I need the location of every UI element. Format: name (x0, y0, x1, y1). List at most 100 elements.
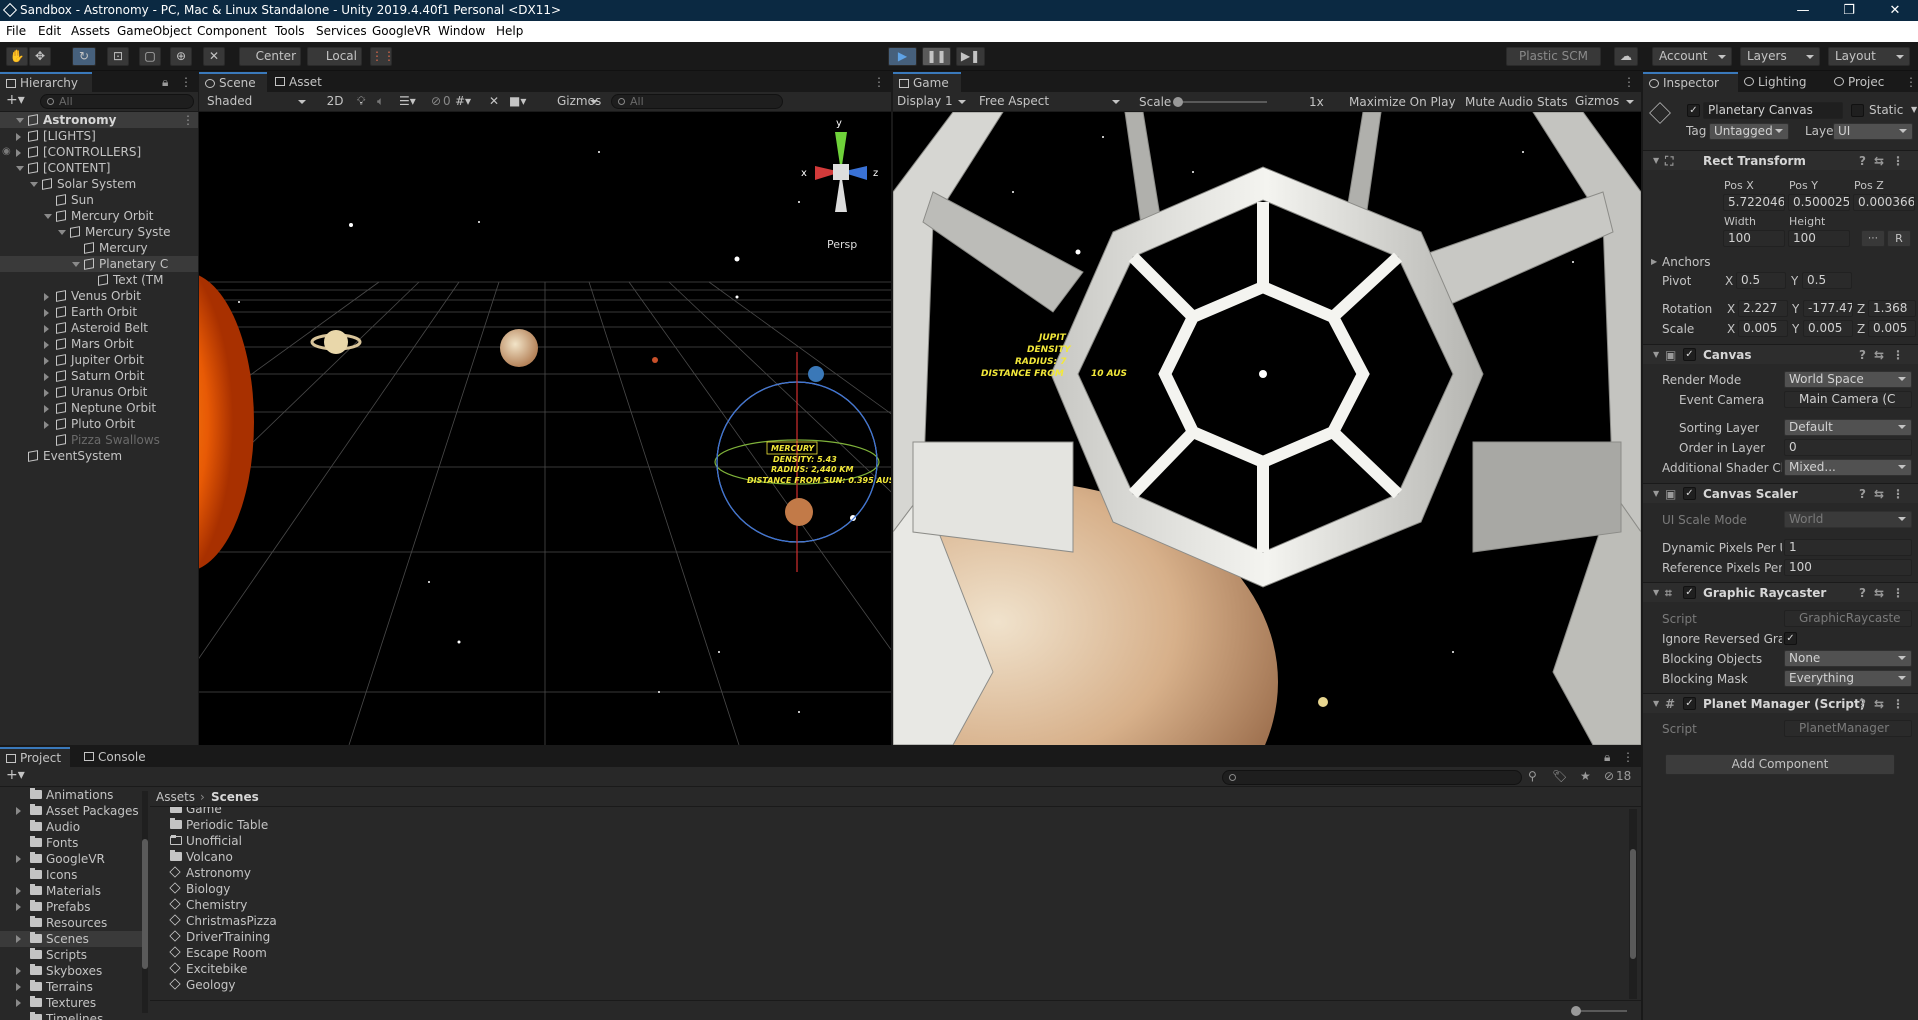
expand-arrow-icon[interactable] (16, 903, 25, 911)
posx-field[interactable]: 5.722046 (1723, 194, 1785, 211)
asset-item[interactable]: Game (150, 807, 550, 817)
dynamic-pixels-field[interactable]: 1 (1784, 539, 1912, 556)
tools-icon[interactable]: ✕ (489, 94, 499, 108)
layers-dropdown[interactable]: Layers (1740, 47, 1820, 66)
scaler-enabled-checkbox[interactable]: ✓ (1683, 487, 1696, 500)
collapse-arrow-icon[interactable]: ▼ (1653, 694, 1659, 714)
posz-field[interactable]: 0.000366 (1853, 194, 1915, 211)
light-toggle-icon[interactable]: 💡︎ (357, 94, 365, 109)
hierarchy-item[interactable]: Asteroid Belt (0, 320, 198, 336)
rect-transform-header[interactable]: ▼ ⛶ Rect Transform ?⇆⋮ (1643, 150, 1918, 170)
scale-tool-icon[interactable]: ⊡ (107, 47, 129, 66)
favorites-star-icon[interactable]: ★ (1580, 769, 1591, 783)
shading-dropdown[interactable]: Shaded (201, 93, 311, 112)
menu-edit[interactable]: Edit (38, 21, 61, 42)
expand-arrow-icon[interactable] (16, 999, 25, 1007)
tag-dropdown[interactable]: Untagged (1709, 123, 1789, 140)
grid-toggle-icon[interactable]: #▾ (455, 94, 471, 108)
collapse-arrow-icon[interactable] (44, 325, 53, 333)
tab-inspector[interactable]: Inspector (1643, 72, 1738, 92)
hierarchy-item[interactable]: Planetary C (0, 256, 198, 272)
rect-tool-icon[interactable]: ▢ (139, 47, 161, 66)
event-camera-field[interactable]: Main Camera (C (1784, 391, 1912, 408)
folder-tree-item[interactable]: Skyboxes (0, 963, 142, 979)
aspect-dropdown[interactable]: Free Aspect (973, 93, 1125, 112)
expand-arrow-icon[interactable] (16, 807, 25, 815)
pivot-x-field[interactable]: 0.5 (1736, 272, 1786, 289)
hidden-packages-icon[interactable]: ⊘ (1604, 769, 1614, 783)
pause-button[interactable]: ❚❚ (922, 47, 951, 66)
collapse-arrow-icon[interactable] (16, 149, 25, 157)
hierarchy-item[interactable]: Uranus Orbit (0, 384, 198, 400)
folder-tree-item[interactable]: Icons (0, 867, 142, 883)
canvas-enabled-checkbox[interactable]: ✓ (1683, 348, 1696, 361)
project-lock-icon[interactable]: 🔒︎ (1604, 747, 1610, 767)
menu-services[interactable]: Services (316, 21, 367, 42)
folder-tree-item[interactable]: Terrains (0, 979, 142, 995)
anchors-label[interactable]: Anchors (1662, 254, 1711, 270)
panel-menu-icon[interactable]: ⋮ (180, 72, 192, 92)
menu-file[interactable]: File (6, 21, 26, 42)
folder-tree-item[interactable]: Asset Packages (0, 803, 142, 819)
project-search-input[interactable] (1222, 770, 1522, 785)
component-icons[interactable]: ?⇆⋮ (1859, 345, 1912, 365)
hierarchy-item[interactable]: [LIGHTS] (0, 128, 198, 144)
hierarchy-item[interactable]: Pizza Swallows (0, 432, 198, 448)
hierarchy-item[interactable]: EventSystem (0, 448, 198, 464)
plastic-scm-button[interactable]: Plastic SCM (1506, 47, 1601, 66)
tab-console[interactable]: Console (78, 747, 158, 767)
tab-scene[interactable]: Scene (199, 72, 267, 92)
folder-tree-item[interactable]: Audio (0, 819, 142, 835)
add-component-button[interactable]: Add Component (1665, 754, 1895, 775)
rotate-tool-icon[interactable]: ↻ (72, 47, 96, 66)
game-gizmos-dropdown[interactable]: Gizmos (1569, 93, 1639, 112)
collapse-arrow-icon[interactable] (44, 309, 53, 317)
icon-size-thumb[interactable] (1571, 1006, 1581, 1016)
asset-list-scrollbar[interactable] (1629, 809, 1637, 999)
folder-tree-item[interactable]: Scripts (0, 947, 142, 963)
graphic-raycaster-header[interactable]: ▼ ⌗ ✓ Graphic Raycaster ?⇆⋮ (1643, 582, 1918, 602)
hierarchy-item[interactable]: [CONTENT] (0, 160, 198, 176)
menu-googlevr[interactable]: GoogleVR (372, 21, 431, 42)
height-field[interactable]: 100 (1788, 230, 1850, 247)
expand-arrow-icon[interactable] (72, 262, 80, 271)
search-by-label-icon[interactable]: 🏷︎ (1552, 769, 1567, 783)
transform-tool-icon[interactable]: ⊕ (170, 47, 192, 66)
mercury-planet[interactable] (785, 498, 813, 526)
tree-scrollbar-thumb[interactable] (142, 839, 148, 969)
collapse-arrow-icon[interactable] (44, 373, 53, 381)
collapse-arrow-icon[interactable] (44, 341, 53, 349)
collapse-arrow-icon[interactable]: ▼ (1653, 345, 1659, 365)
anchors-arrow-icon[interactable]: ▶ (1651, 254, 1657, 270)
hierarchy-item[interactable]: Venus Orbit (0, 288, 198, 304)
menu-window[interactable]: Window (438, 21, 485, 42)
scale-x-field[interactable]: 0.005 (1738, 320, 1788, 337)
collapse-arrow-icon[interactable] (44, 405, 53, 413)
menu-gameobject[interactable]: GameObject (117, 21, 192, 42)
asset-item[interactable]: Biology (150, 881, 550, 897)
reference-pixels-field[interactable]: 100 (1784, 559, 1912, 576)
tab-project-settings[interactable]: Projec (1828, 72, 1903, 92)
inspector-menu-icon[interactable]: ⋮ (1905, 72, 1917, 92)
effects-toggle-icon[interactable]: ☰▾ (399, 94, 416, 108)
folder-tree-item[interactable]: GoogleVR (0, 851, 142, 867)
order-in-layer-field[interactable]: 0 (1784, 439, 1912, 456)
maximize-on-play-toggle[interactable]: Maximize On Play (1349, 95, 1456, 109)
breadcrumb-scenes[interactable]: Scenes (211, 790, 259, 804)
canvas-header[interactable]: ▼ ▣ ✓ Canvas ?⇆⋮ (1643, 344, 1918, 364)
object-name-field[interactable]: Planetary Canvas (1703, 102, 1843, 119)
collapse-arrow-icon[interactable] (44, 389, 53, 397)
width-field[interactable]: 100 (1723, 230, 1785, 247)
expand-arrow-icon[interactable] (30, 182, 38, 191)
hierarchy-item[interactable]: Mercury (0, 240, 198, 256)
tab-game[interactable]: Game (893, 72, 961, 92)
folder-tree-item[interactable]: Materials (0, 883, 142, 899)
folder-tree-item[interactable]: Timelines (0, 1011, 142, 1020)
jupiter-planet[interactable] (500, 329, 538, 367)
game-menu-icon[interactable]: ⋮ (1623, 72, 1635, 92)
audio-toggle-icon[interactable]: 🔈︎ (377, 94, 384, 109)
account-dropdown[interactable]: Account (1652, 47, 1732, 66)
expand-arrow-icon[interactable] (16, 983, 25, 991)
maximize-button[interactable]: ❐ (1826, 0, 1872, 21)
rotation-z-field[interactable]: 1.368 (1868, 300, 1916, 317)
